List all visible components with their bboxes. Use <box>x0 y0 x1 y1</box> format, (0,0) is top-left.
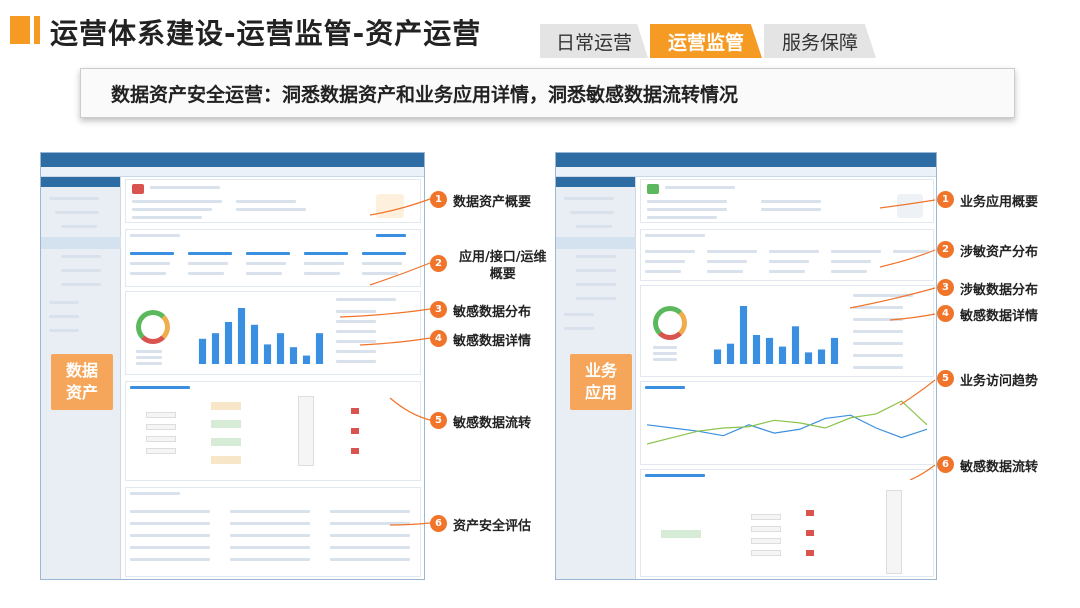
mini-bar <box>739 306 748 364</box>
mini-bar <box>315 333 324 364</box>
tab-service-guarantee[interactable]: 服务保障 <box>764 24 876 58</box>
right-annotation-num-2: 2 <box>937 241 954 258</box>
mini-bar <box>276 333 285 364</box>
mini-bar <box>250 324 259 364</box>
left-annotation-3: 敏感数据分布 <box>453 305 532 320</box>
left-annotation-1: 数据资产概要 <box>453 195 532 210</box>
mini-bar <box>804 352 813 364</box>
left-annotation-2: 应用/接口/运维 概要 <box>459 250 547 282</box>
mini-bar <box>263 344 272 364</box>
right-annotation-num-1: 1 <box>937 191 954 208</box>
right-annotation-num-5: 5 <box>937 370 954 387</box>
data-asset-label: 数据 资产 <box>51 354 113 410</box>
left-annotation-num-1: 1 <box>430 191 447 208</box>
left-annotation-num-2: 2 <box>430 255 447 272</box>
mini-bar <box>791 326 800 364</box>
mini-bar <box>237 308 246 364</box>
mini-bar <box>302 355 311 364</box>
tab-daily-ops[interactable]: 日常运营 <box>540 24 648 58</box>
right-annotation-1: 业务应用概要 <box>960 195 1039 210</box>
left-annotation-5: 敏感数据流转 <box>453 416 532 431</box>
app-topbar-right <box>556 153 936 167</box>
accent-block <box>10 16 30 44</box>
right-annotation-3: 涉敏数据分布 <box>960 283 1039 298</box>
subtitle-lead: 数据资产安全运营： <box>111 83 283 106</box>
left-annotation-num-3: 3 <box>430 301 447 318</box>
mini-bar <box>817 349 826 364</box>
app-tabbar <box>41 167 424 177</box>
mini-bar <box>765 337 774 364</box>
mini-bar <box>289 347 298 364</box>
mini-bar <box>713 349 722 364</box>
mini-bar <box>830 337 839 364</box>
mini-bar <box>198 338 207 364</box>
mini-bar <box>224 322 233 364</box>
app-tabbar-right <box>556 167 936 177</box>
mini-bar <box>726 343 735 364</box>
subtitle-rest: 洞悉数据资产和业务应用详情，洞悉敏感数据流转情况 <box>282 83 739 106</box>
left-bar-chart <box>198 308 324 364</box>
right-bar-chart <box>713 306 839 364</box>
business-app-label: 业务 应用 <box>570 354 632 410</box>
right-annotation-num-6: 6 <box>937 456 954 473</box>
tab-ops-supervision[interactable]: 运营监管 <box>650 24 762 58</box>
right-annotation-4: 敏感数据详情 <box>960 309 1039 324</box>
mini-bar <box>778 346 787 364</box>
right-annotation-num-4: 4 <box>937 305 954 322</box>
right-annotation-num-3: 3 <box>937 279 954 296</box>
app-topbar <box>41 153 424 167</box>
app-data-flow-card <box>640 469 934 577</box>
accent-stripe <box>34 16 40 44</box>
mini-bar <box>752 335 761 364</box>
left-annotation-num-5: 5 <box>430 412 447 429</box>
subtitle-banner: 数据资产安全运营： 洞悉数据资产和业务应用详情，洞悉敏感数据流转情况 <box>80 68 1015 118</box>
left-annotation-num-6: 6 <box>430 515 447 532</box>
right-annotation-2: 涉敏资产分布 <box>960 245 1039 260</box>
left-annotation-num-4: 4 <box>430 330 447 347</box>
page-title: 运营体系建设-运营监管-资产运营 <box>50 17 482 50</box>
right-annotation-6: 敏感数据流转 <box>960 460 1039 475</box>
right-connectors <box>849 199 936 480</box>
left-connectors <box>339 198 431 526</box>
mini-bar <box>211 333 220 364</box>
right-annotation-5: 业务访问趋势 <box>960 374 1039 389</box>
left-annotation-4: 敏感数据详情 <box>453 334 532 349</box>
left-annotation-6: 资产安全评估 <box>453 519 532 534</box>
